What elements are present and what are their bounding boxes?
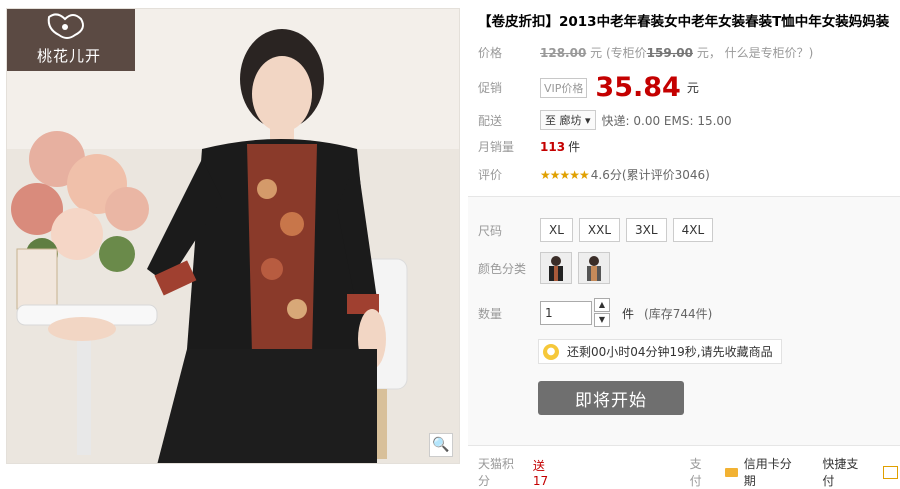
quantity-input[interactable]: 1 xyxy=(540,301,592,325)
dropdown-icon[interactable] xyxy=(883,465,899,479)
price-label: 价格 xyxy=(478,46,503,60)
counter-price-link[interactable]: 什么是专柜价？) xyxy=(725,46,814,60)
rating-row: 评价 ★★★★★ 4.6分 (累计评价3046) xyxy=(478,166,710,183)
size-option-4xl[interactable]: 4XL xyxy=(672,218,714,242)
coming-soon-button[interactable]: 即将开始 xyxy=(538,381,684,415)
countdown-text: 还剩00小时04分钟19秒,请先收藏商品 xyxy=(567,345,773,359)
color-row: 颜色分类 xyxy=(478,252,616,284)
rating-label: 评价 xyxy=(478,168,503,182)
increase-icon[interactable]: ▲ xyxy=(594,298,610,312)
lightbulb-icon: ● xyxy=(543,343,559,360)
decrease-icon[interactable]: ▼ xyxy=(594,313,610,327)
promo-label: 促销 xyxy=(478,81,503,95)
shipping-row: 配送 至 廊坊 ▾ 快递: 0.00 EMS: 15.00 xyxy=(478,110,732,130)
price-row: 价格 128.00 元 (专柜价159.00 元， 什么是专柜价？) xyxy=(478,44,813,61)
size-row: 尺码 XL XXL 3XL 4XL xyxy=(478,218,719,242)
points-label: 天猫积分 xyxy=(478,457,515,488)
quantity-label: 数量 xyxy=(478,306,503,321)
shipping-label: 配送 xyxy=(478,113,503,128)
size-option-xxl[interactable]: XXL xyxy=(578,218,621,242)
vip-price-tag: VIP价格 xyxy=(540,77,588,98)
sales-unit: 件 xyxy=(568,140,581,154)
quick-pay-link[interactable]: 快捷支付 xyxy=(822,455,869,489)
promo-unit: 元 xyxy=(686,81,699,95)
original-price: 128.00 元 (专柜价159.00 元， 什么是专柜价？) xyxy=(540,46,814,60)
product-photo-illustration xyxy=(7,9,459,463)
color-label: 颜色分类 xyxy=(478,261,527,276)
brand-logo: 桃花儿开 xyxy=(7,9,135,71)
countdown-notice: ● 还剩00小时04分钟19秒,请先收藏商品 xyxy=(538,339,782,364)
chevron-down-icon: ▾ xyxy=(585,114,591,127)
sales-count: 113 xyxy=(540,139,566,154)
payment-label: 支付 xyxy=(689,457,702,488)
size-option-3xl[interactable]: 3XL xyxy=(626,218,667,242)
product-image[interactable]: 桃花儿开 🔍 xyxy=(6,8,460,464)
size-label: 尺码 xyxy=(478,223,503,238)
color-swatch-1[interactable] xyxy=(540,252,572,284)
quantity-stepper: ▲ ▼ xyxy=(594,298,610,328)
promo-price: 35.84 xyxy=(595,72,681,103)
stock-count: (库存744件) xyxy=(644,306,713,321)
quantity-row: 数量 1 ▲ ▼ 件 (库存744件) xyxy=(478,298,712,328)
points-value: 送17 xyxy=(532,458,549,488)
color-swatch-2[interactable] xyxy=(578,252,610,284)
card-installment-link[interactable]: 信用卡分期 xyxy=(744,455,803,489)
product-title: 【卷皮折扣】2013中老年春装女中老年女装春装T恤中年女装妈妈装 xyxy=(478,14,890,30)
swatch-thumbnail xyxy=(579,253,609,283)
rating-count-link[interactable]: (累计评价3046) xyxy=(622,166,710,183)
promo-row: 促销 VIP价格 35.84 元 xyxy=(478,72,699,103)
sales-row: 月销量 113 件 xyxy=(478,138,580,155)
sales-label: 月销量 xyxy=(478,140,515,154)
credit-card-icon xyxy=(725,467,738,477)
rating-score: 4.6分 xyxy=(590,168,622,182)
shipping-destination-select[interactable]: 至 廊坊 ▾ xyxy=(540,110,596,130)
countdown-row: ● 还剩00小时04分钟19秒,请先收藏商品 xyxy=(538,339,782,364)
quantity-unit: 件 xyxy=(622,306,635,321)
footer-row: 天猫积分 送17 支付 信用卡分期 快捷支付 xyxy=(478,455,899,489)
zoom-icon[interactable]: 🔍 xyxy=(429,433,453,457)
shipping-info: 快递: 0.00 EMS: 15.00 xyxy=(601,113,732,128)
size-option-xl[interactable]: XL xyxy=(540,218,573,242)
flower-logo-icon xyxy=(47,13,84,39)
brand-logo-text: 桃花儿开 xyxy=(37,47,102,65)
buy-row: 即将开始 xyxy=(538,381,684,415)
swatch-thumbnail xyxy=(541,253,571,283)
rating-stars-icon: ★★★★★ xyxy=(540,167,590,182)
